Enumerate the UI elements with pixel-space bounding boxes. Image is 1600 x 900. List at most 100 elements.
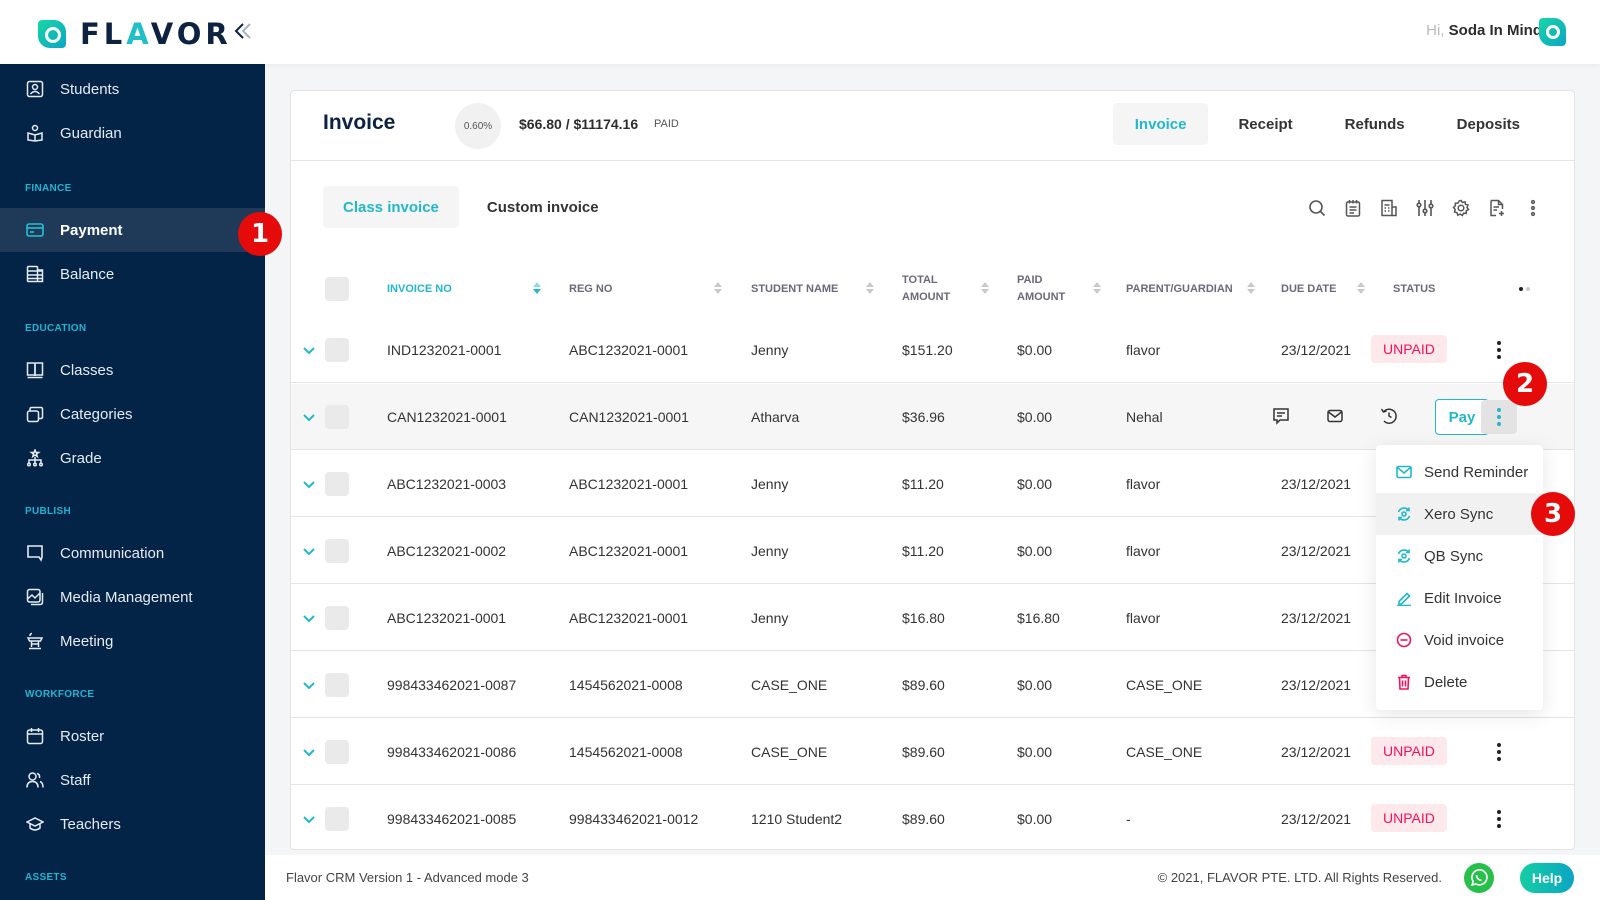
total-amount-cell: $11.20 — [902, 542, 944, 559]
tab-deposits[interactable]: Deposits — [1435, 103, 1542, 145]
sort-icon[interactable] — [1247, 282, 1255, 296]
menu-item-xero-sync[interactable]: Xero Sync — [1376, 493, 1543, 535]
row-checkbox[interactable] — [325, 740, 349, 764]
row-checkbox[interactable] — [325, 539, 349, 563]
logo-icon — [38, 20, 66, 48]
tab-class-invoice[interactable]: Class invoice — [323, 186, 459, 228]
sidebar-item-students[interactable]: Students — [0, 67, 265, 111]
tab-receipt[interactable]: Receipt — [1216, 103, 1314, 145]
avatar[interactable] — [1539, 18, 1566, 46]
brand-logo[interactable]: FLAVOR — [38, 17, 232, 51]
tab-refunds[interactable]: Refunds — [1323, 103, 1427, 145]
help-button[interactable]: Help — [1520, 863, 1574, 893]
expand-row-chevron-down-icon[interactable] — [303, 409, 315, 422]
whatsapp-icon — [1470, 869, 1488, 887]
collapse-sidebar-button[interactable] — [232, 20, 254, 47]
brand-name-right: VOR — [150, 17, 232, 51]
expand-row-chevron-down-icon[interactable] — [303, 342, 315, 355]
total-amount-cell: $89.60 — [902, 810, 945, 827]
sort-icon[interactable] — [1093, 282, 1101, 296]
expand-row-chevron-down-icon[interactable] — [303, 543, 315, 556]
expand-row-chevron-down-icon[interactable] — [303, 744, 315, 757]
menu-item-edit-invoice[interactable]: Edit Invoice — [1376, 577, 1543, 619]
sort-icon[interactable] — [981, 282, 989, 296]
sidebar-item-communication[interactable]: Communication — [0, 531, 265, 575]
sidebar-section-workforce: WORKFORCE — [25, 689, 95, 700]
row-checkbox[interactable] — [325, 606, 349, 630]
settings-button[interactable] — [1450, 197, 1472, 219]
row-more-button[interactable] — [1481, 735, 1517, 769]
expand-row-chevron-down-icon[interactable] — [303, 677, 315, 690]
row-checkbox[interactable] — [325, 673, 349, 697]
tab-custom-invoice[interactable]: Custom invoice — [467, 186, 619, 228]
menu-item-void-invoice[interactable]: Void invoice — [1376, 619, 1543, 661]
history-button[interactable] — [1379, 406, 1399, 426]
column-scroll-indicator[interactable] — [1519, 287, 1530, 291]
column-reg-no[interactable]: REG NO — [569, 261, 612, 317]
more-options-button[interactable] — [1522, 197, 1544, 219]
column-paid-amount[interactable]: PAID AMOUNT — [1017, 261, 1065, 317]
sidebar-item-grade[interactable]: Grade — [0, 436, 265, 480]
sidebar-item-payment[interactable]: Payment — [0, 208, 265, 252]
paid-amount-cell: $0.00 — [1017, 810, 1053, 827]
column-total-amount[interactable]: TOTAL AMOUNT — [902, 261, 950, 317]
sort-icon[interactable] — [533, 282, 541, 296]
row-checkbox[interactable] — [325, 338, 349, 362]
copyright-text: © 2021, FLAVOR PTE. LTD. All Rights Rese… — [1157, 870, 1442, 885]
reg-no-cell: 1454562021-0008 — [569, 743, 683, 760]
menu-item-delete[interactable]: Delete — [1376, 661, 1543, 703]
sidebar-item-categories[interactable]: Categories — [0, 392, 265, 436]
row-checkbox[interactable] — [325, 807, 349, 831]
tab-invoice[interactable]: Invoice — [1112, 103, 1209, 145]
brand-name-left: FL — [80, 17, 127, 51]
brand-name: FLAVOR — [80, 17, 232, 51]
status-badge: UNPAID — [1371, 737, 1447, 765]
due-date-cell: 23/12/2021 — [1281, 341, 1352, 358]
sidebar-item-teachers[interactable]: Teachers — [0, 802, 265, 846]
column-due-date[interactable]: DUE DATE — [1281, 261, 1336, 317]
row-checkbox[interactable] — [325, 472, 349, 496]
receipt-button[interactable] — [1378, 197, 1400, 219]
column-student-name[interactable]: STUDENT NAME — [751, 261, 838, 317]
menu-item-label: Void invoice — [1424, 631, 1505, 649]
expand-row-chevron-down-icon[interactable] — [303, 811, 315, 824]
sort-icon[interactable] — [714, 282, 722, 296]
add-file-button[interactable] — [1486, 197, 1508, 219]
column-status: STATUS — [1393, 261, 1435, 317]
sidebar-item-staff[interactable]: Staff — [0, 758, 265, 802]
sidebar-item-roster[interactable]: Roster — [0, 714, 265, 758]
row-actions-menu: Send Reminder Xero Sync QB Sync Edit Inv… — [1376, 445, 1543, 710]
sidebar-item-label: Roster — [60, 727, 105, 745]
row-more-button[interactable] — [1481, 400, 1517, 434]
table-row[interactable]: IND1232021-0001 ABC1232021-0001 Jenny $151.… — [291, 317, 1574, 383]
column-invoice-no[interactable]: INVOICE NO — [387, 261, 452, 317]
filter-button[interactable] — [1414, 197, 1436, 219]
column-parent-guardian[interactable]: PARENT/GUARDIAN — [1126, 261, 1233, 317]
whatsapp-button[interactable] — [1464, 863, 1494, 893]
sort-icon[interactable] — [1357, 282, 1365, 296]
row-checkbox[interactable] — [325, 405, 349, 429]
sidebar-item-classes[interactable]: Classes — [0, 348, 265, 392]
table-row[interactable]: 998433462021-0086 1454562021-0008 CASE_ONE… — [291, 719, 1574, 785]
search-button[interactable] — [1306, 197, 1328, 219]
expand-row-chevron-down-icon[interactable] — [303, 610, 315, 623]
expand-row-chevron-down-icon[interactable] — [303, 476, 315, 489]
notepad-button[interactable] — [1342, 197, 1364, 219]
comment-button[interactable] — [1271, 406, 1291, 426]
table-row[interactable]: CAN1232021-0001 CAN1232021-0001 Atharva $36… — [291, 384, 1574, 450]
menu-item-qb-sync[interactable]: QB Sync — [1376, 535, 1543, 577]
row-more-button[interactable] — [1481, 333, 1517, 367]
page-title: Invoice — [323, 111, 396, 134]
menu-item-send-reminder[interactable]: Send Reminder — [1376, 451, 1543, 493]
table-header: INVOICE NO REG NO STUDENT NAME TOTAL AMOU… — [291, 261, 1574, 317]
sidebar-item-balance[interactable]: Balance — [0, 252, 265, 296]
sidebar-item-guardian[interactable]: Guardian — [0, 111, 265, 155]
sidebar-item-media-management[interactable]: Media Management — [0, 575, 265, 619]
sort-icon[interactable] — [866, 282, 874, 296]
email-button[interactable] — [1325, 406, 1345, 426]
sidebar-item-meeting[interactable]: Meeting — [0, 619, 265, 663]
paid-amount-cell: $0.00 — [1017, 743, 1053, 760]
row-more-button[interactable] — [1481, 802, 1517, 836]
table-row[interactable]: 998433462021-0085 998433462021-0012 1210 S… — [291, 786, 1574, 849]
select-all-checkbox[interactable] — [325, 277, 349, 301]
